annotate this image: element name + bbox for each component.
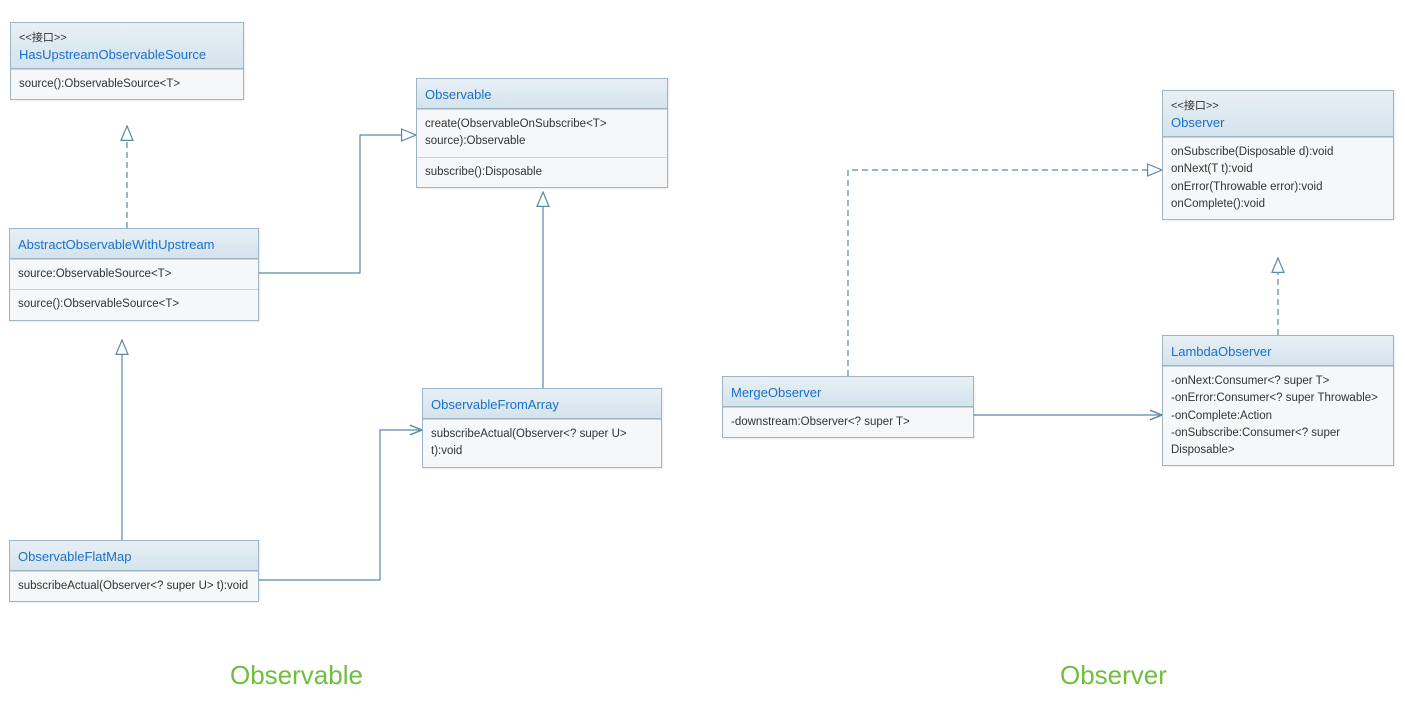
attributes-compartment: -onNext:Consumer<? super T> -onError:Con…: [1163, 366, 1393, 465]
operations-compartment-2: subscribe():Disposable: [417, 157, 667, 187]
operation: subscribeActual(Observer<? super U> t):v…: [431, 426, 653, 461]
class-name: Observable: [425, 85, 659, 102]
class-lambda-observer: LambdaObserver -onNext:Consumer<? super …: [1162, 335, 1394, 466]
class-header: AbstractObservableWithUpstream: [10, 229, 258, 259]
attribute: -onSubscribe:Consumer<? super Disposable…: [1171, 425, 1385, 460]
operation: onSubscribe(Disposable d):void: [1171, 144, 1385, 161]
operation: onNext(T t):void: [1171, 161, 1385, 178]
class-header: MergeObserver: [723, 377, 973, 407]
operation: onError(Throwable error):void: [1171, 179, 1385, 196]
attribute: -onComplete:Action: [1171, 408, 1385, 425]
operation: source():ObservableSource<T>: [19, 76, 235, 93]
stereotype-label: <<接口>>: [1171, 97, 1385, 113]
section-label-observable: Observable: [230, 660, 363, 691]
class-header: Observable: [417, 79, 667, 109]
attribute: source:ObservableSource<T>: [18, 266, 250, 283]
class-header: ObservableFlatMap: [10, 541, 258, 571]
class-observable: Observable create(ObservableOnSubscribe<…: [416, 78, 668, 188]
class-name: Observer: [1171, 113, 1385, 130]
class-has-upstream-observable-source: <<接口>> HasUpstreamObservableSource sourc…: [10, 22, 244, 100]
class-observer-interface: <<接口>> Observer onSubscribe(Disposable d…: [1162, 90, 1394, 220]
operation: source():ObservableSource<T>: [18, 296, 250, 313]
operations-compartment: subscribeActual(Observer<? super U> t):v…: [10, 571, 258, 601]
attribute: -onNext:Consumer<? super T>: [1171, 373, 1385, 390]
attributes-compartment: source:ObservableSource<T>: [10, 259, 258, 289]
attribute: -onError:Consumer<? super Throwable>: [1171, 390, 1385, 407]
class-name: AbstractObservableWithUpstream: [18, 235, 250, 252]
section-label-observer: Observer: [1060, 660, 1167, 691]
operations-compartment: onSubscribe(Disposable d):void onNext(T …: [1163, 137, 1393, 219]
class-header: LambdaObserver: [1163, 336, 1393, 366]
class-observable-from-array: ObservableFromArray subscribeActual(Obse…: [422, 388, 662, 468]
operation: subscribeActual(Observer<? super U> t):v…: [18, 578, 250, 595]
class-name: ObservableFlatMap: [18, 547, 250, 564]
stereotype-label: <<接口>>: [19, 29, 235, 45]
attribute: -downstream:Observer<? super T>: [731, 414, 965, 431]
class-name: MergeObserver: [731, 383, 965, 400]
class-header: ObservableFromArray: [423, 389, 661, 419]
operation: create(ObservableOnSubscribe<T> source):…: [425, 116, 659, 151]
class-merge-observer: MergeObserver -downstream:Observer<? sup…: [722, 376, 974, 438]
operations-compartment-1: create(ObservableOnSubscribe<T> source):…: [417, 109, 667, 157]
operations-compartment: subscribeActual(Observer<? super U> t):v…: [423, 419, 661, 467]
operation: subscribe():Disposable: [425, 164, 659, 181]
class-observable-flat-map: ObservableFlatMap subscribeActual(Observ…: [9, 540, 259, 602]
class-name: HasUpstreamObservableSource: [19, 45, 235, 62]
operation: onComplete():void: [1171, 196, 1385, 213]
class-name: ObservableFromArray: [431, 395, 653, 412]
class-abstract-observable-with-upstream: AbstractObservableWithUpstream source:Ob…: [9, 228, 259, 321]
class-name: LambdaObserver: [1171, 342, 1385, 359]
operations-compartment: source():ObservableSource<T>: [10, 289, 258, 319]
class-header: <<接口>> HasUpstreamObservableSource: [11, 23, 243, 69]
attributes-compartment: -downstream:Observer<? super T>: [723, 407, 973, 437]
class-header: <<接口>> Observer: [1163, 91, 1393, 137]
operations-compartment: source():ObservableSource<T>: [11, 69, 243, 99]
